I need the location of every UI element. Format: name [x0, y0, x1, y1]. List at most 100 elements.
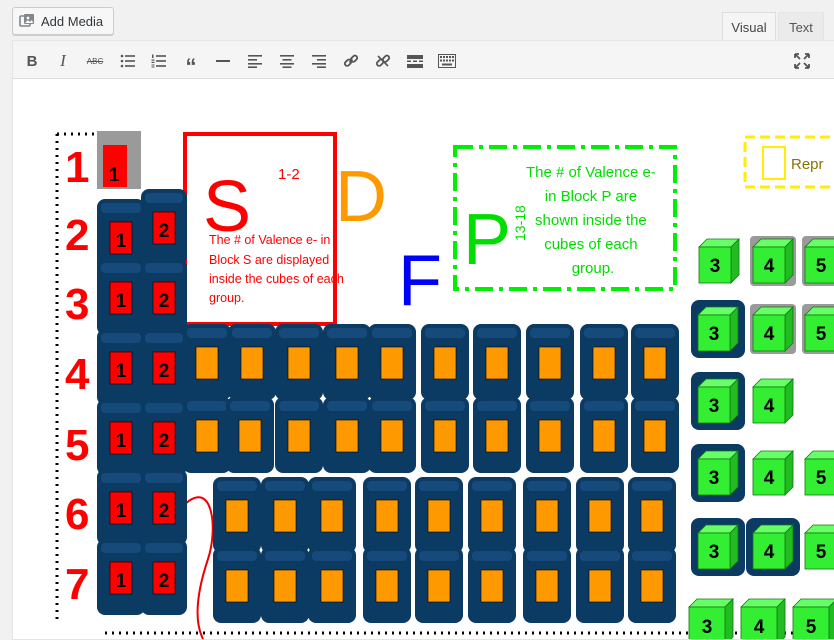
link-svg — [343, 54, 359, 67]
toolbar-toggle-svg — [438, 54, 456, 68]
tab-text[interactable]: Text — [778, 12, 824, 41]
cube-group2: 2 — [141, 259, 187, 335]
cube-d-block — [213, 547, 261, 623]
cube-group2: 2 — [141, 329, 187, 405]
tab-visual-label: Visual — [731, 19, 767, 35]
cube-group1: 1 — [97, 399, 145, 475]
blockquote-icon[interactable]: “ — [180, 50, 202, 78]
editor-area: B I ABC “ 1 2 3 4 5 6 7 S 1-2 The # of V… — [12, 40, 834, 640]
fullscreen-icon[interactable] — [791, 50, 813, 72]
cube-label: 3 — [702, 617, 713, 638]
cube-label: 5 — [816, 324, 827, 345]
period-number: 6 — [65, 490, 89, 539]
fullscreen-svg — [794, 53, 810, 69]
align-left-icon[interactable] — [244, 50, 266, 72]
cube-label: 1 — [116, 361, 127, 382]
cube-d-block — [415, 547, 463, 623]
cube-label: 2 — [159, 501, 170, 522]
italic-icon[interactable]: I — [52, 50, 74, 72]
cube-d-block — [368, 324, 416, 400]
align-center-svg — [280, 54, 294, 68]
cube-d-block — [415, 477, 463, 553]
strikethrough-icon[interactable]: ABC — [84, 50, 106, 72]
cube-d-block — [308, 547, 356, 623]
tab-visual[interactable]: Visual — [722, 12, 776, 41]
cube-label: 3 — [709, 396, 720, 417]
s-caption-line-3: inside the cubes of each — [209, 272, 344, 286]
hr-svg — [216, 60, 230, 62]
cube-d-block — [628, 547, 676, 623]
horizontal-rule-icon[interactable] — [212, 50, 234, 72]
period-number: 2 — [65, 211, 89, 260]
cube-group13: 3 — [691, 372, 745, 430]
cube-d-block — [576, 477, 624, 553]
align-center-icon[interactable] — [276, 50, 298, 72]
cube-group2: 2 — [141, 399, 187, 475]
cube-d-block — [580, 324, 628, 400]
period-number: 1 — [65, 143, 89, 192]
cube-label: 4 — [764, 256, 775, 277]
cube-label: 2 — [159, 291, 170, 312]
cube-d-block — [628, 477, 676, 553]
editor-content[interactable]: 1234567 S 1-2 The # of Valence e- in Blo… — [13, 79, 834, 639]
cube-group2: 2 — [141, 539, 187, 615]
cube-d-block — [631, 397, 679, 473]
cube-d-block — [363, 477, 411, 553]
read-more-icon[interactable] — [404, 50, 426, 72]
cube-d-block — [363, 547, 411, 623]
cube-label: 1 — [116, 291, 127, 312]
bold-icon[interactable]: B — [21, 50, 43, 72]
cube-group13: 3 — [691, 444, 745, 502]
align-right-icon[interactable] — [308, 50, 330, 72]
cube-d-block — [468, 477, 516, 553]
add-media-button[interactable]: Add Media — [12, 7, 114, 35]
p-block-range: 13-18 — [512, 205, 528, 241]
cube-group14: 4 — [752, 450, 794, 496]
p-caption-line-5: group. — [572, 260, 615, 277]
cube-group14: 4 — [750, 304, 796, 354]
cube-group2: 2 — [141, 469, 187, 545]
cube-d-block — [421, 324, 469, 400]
cube-d-block — [323, 397, 371, 473]
add-media-label: Add Media — [41, 13, 104, 29]
p-caption-line-3: shown inside the — [535, 212, 647, 229]
cube-label: 5 — [816, 468, 827, 489]
cube-group1: 1 — [97, 259, 145, 335]
numbered-list-icon[interactable] — [148, 50, 170, 72]
cube-d-block — [308, 477, 356, 553]
cube-d-block — [580, 397, 628, 473]
cube-label: 1 — [116, 431, 127, 452]
cube-group15: 5 — [792, 598, 834, 639]
p-block-letter: P — [463, 200, 511, 280]
cube-d-block — [473, 324, 521, 400]
cube-label: 4 — [754, 617, 765, 638]
numbered-list-svg — [151, 54, 166, 68]
cube-group1: 1 — [97, 469, 145, 545]
cube-group14: 4 — [740, 598, 786, 639]
editor-toolbar: B I ABC “ — [13, 41, 834, 79]
cube-label: 1 — [116, 501, 127, 522]
align-right-svg — [312, 54, 326, 68]
cube-d-block — [523, 547, 571, 623]
cube-d-block — [323, 324, 371, 400]
link-icon[interactable] — [340, 50, 362, 72]
cube-label: 5 — [806, 617, 817, 638]
unlink-icon[interactable] — [372, 50, 394, 72]
cube-group1: 1 — [97, 329, 145, 405]
cube-d-block — [213, 477, 261, 553]
cube-d-block — [576, 547, 624, 623]
cube-d-block — [368, 397, 416, 473]
unlink-svg — [375, 54, 391, 67]
cube-group15: 5 — [804, 450, 834, 496]
cube-group13: 3 — [698, 238, 740, 284]
cube-group1: 1 — [97, 539, 145, 615]
cube-label: 5 — [816, 256, 827, 277]
legend-cube — [762, 146, 786, 180]
cube-d-block — [468, 547, 516, 623]
cube-label: 1 — [109, 165, 120, 186]
s-caption-line-1: The # of Valence e- in — [209, 233, 330, 247]
toolbar-toggle-icon[interactable] — [436, 50, 458, 72]
period-number: 7 — [65, 560, 89, 609]
bullet-list-icon[interactable] — [117, 50, 139, 72]
cube-d-block — [183, 324, 231, 400]
